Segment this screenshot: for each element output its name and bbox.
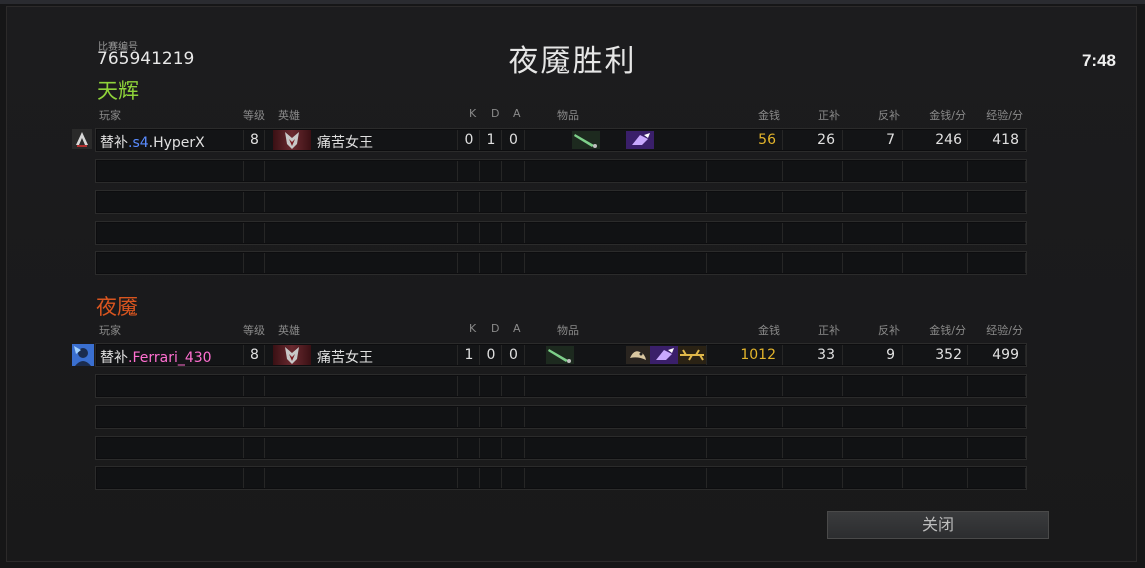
hero-name: 痛苦女王 (317, 135, 373, 151)
empty-player-row (95, 405, 1027, 429)
radiant-team-name: 天辉 (97, 79, 139, 103)
player-deaths: 0 (486, 347, 496, 363)
header-xpm: 经验/分 (986, 324, 1023, 337)
header-last-hits: 正补 (818, 324, 840, 337)
header-denies: 反补 (878, 109, 900, 122)
game-time: 7:48 (1081, 51, 1116, 70)
player-name-tag: .s4 (128, 135, 149, 151)
golden-branch-item-icon[interactable] (678, 346, 706, 364)
header-last-hits: 正补 (818, 109, 840, 122)
purple-glove-item-icon[interactable] (650, 346, 678, 364)
header-gold: 金钱 (758, 109, 780, 122)
sword-item-icon[interactable] (546, 346, 574, 364)
player-kills: 0 (464, 132, 474, 148)
header-player: 玩家 (99, 324, 121, 337)
result-title: 夜魇胜利 (508, 44, 637, 79)
player-gold: 56 (758, 132, 776, 148)
player-xpm: 499 (992, 347, 1019, 363)
header-denies: 反补 (878, 324, 900, 337)
header-a: A (513, 107, 521, 120)
header-d: D (491, 322, 500, 335)
header-xpm: 经验/分 (986, 109, 1023, 122)
empty-player-row (95, 466, 1027, 490)
bird-item-icon[interactable] (626, 346, 650, 364)
player-name-main: .Ferrari_430 (128, 350, 212, 366)
header-level: 等级 (243, 324, 265, 337)
top-strip (0, 0, 1145, 4)
sword-item-icon[interactable] (572, 131, 600, 149)
hero-name: 痛苦女王 (317, 350, 373, 366)
empty-player-row (95, 374, 1027, 398)
header-hero: 英雄 (278, 109, 300, 122)
empty-player-row (95, 221, 1027, 245)
player-denies: 7 (886, 132, 895, 148)
player-level: 8 (250, 347, 259, 363)
player-assists: 0 (509, 132, 518, 148)
close-button[interactable]: 关闭 (827, 511, 1049, 539)
empty-player-row (95, 436, 1027, 460)
empty-player-row (95, 190, 1027, 214)
empty-player-row (95, 159, 1027, 183)
purple-glove-item-icon[interactable] (626, 131, 654, 149)
player-name-prefix: 替补 (100, 350, 128, 366)
hero-portrait-icon (273, 345, 311, 365)
player-gpm: 246 (935, 132, 962, 148)
dire-team-name: 夜魇 (96, 295, 138, 319)
dire-player-avatar-icon[interactable] (72, 344, 94, 366)
player-gpm: 352 (935, 347, 962, 363)
radiant-player-row[interactable]: 替补.s4.HyperX 8 痛苦女王 0 1 0 56 26 7 246 41… (95, 128, 1027, 152)
header-level: 等级 (243, 109, 265, 122)
header-gpm: 金钱/分 (929, 109, 966, 122)
player-gold: 1012 (740, 347, 776, 363)
empty-player-row (95, 251, 1027, 275)
header-player: 玩家 (99, 109, 121, 122)
player-xpm: 418 (992, 132, 1019, 148)
header-k: K (469, 322, 477, 335)
player-deaths: 1 (486, 132, 496, 148)
header-gold: 金钱 (758, 324, 780, 337)
player-kills: 1 (464, 347, 474, 363)
header-gpm: 金钱/分 (929, 324, 966, 337)
player-assists: 0 (509, 347, 518, 363)
radiant-player-avatar-icon[interactable] (72, 129, 92, 149)
player-name[interactable]: 替补.Ferrari_430 (100, 347, 212, 367)
player-level: 8 (250, 132, 259, 148)
player-last-hits: 26 (817, 132, 835, 148)
player-last-hits: 33 (817, 347, 835, 363)
header-items: 物品 (557, 109, 579, 122)
header-d: D (491, 107, 500, 120)
header-hero: 英雄 (278, 324, 300, 337)
player-name[interactable]: 替补.s4.HyperX (100, 132, 205, 152)
header-k: K (469, 107, 477, 120)
hero-portrait-icon (273, 130, 311, 150)
header-items: 物品 (557, 324, 579, 337)
player-name-main: .HyperX (148, 135, 205, 151)
header-a: A (513, 322, 521, 335)
player-denies: 9 (886, 347, 895, 363)
player-name-prefix: 替补 (100, 135, 128, 151)
dire-player-row[interactable]: 替补.Ferrari_430 8 痛苦女王 1 0 0 1012 33 9 35… (95, 343, 1027, 367)
